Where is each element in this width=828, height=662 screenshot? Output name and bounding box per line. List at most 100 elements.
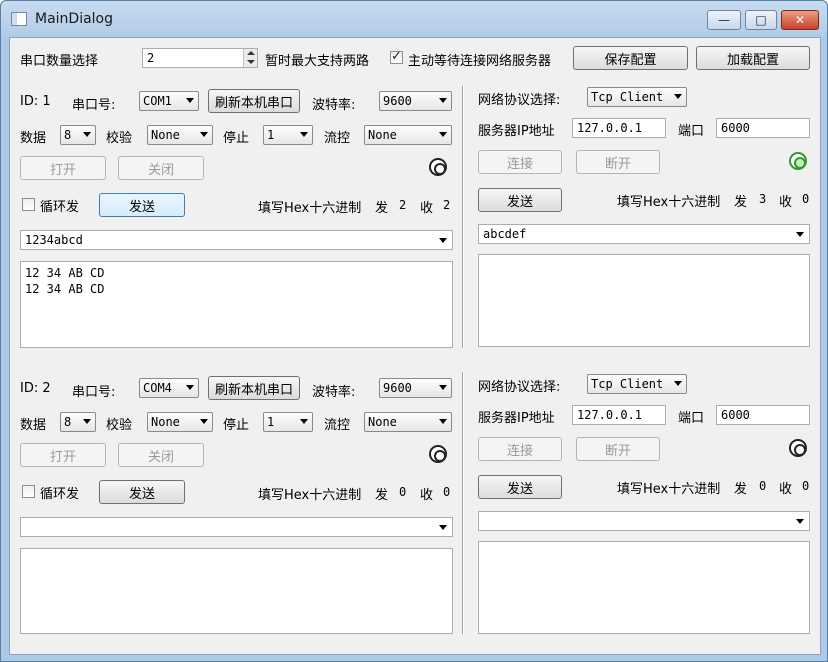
chevron-down-icon bbox=[439, 98, 447, 103]
serial1-open-button[interactable]: 打开 bbox=[20, 156, 106, 180]
serial2-status-led-icon bbox=[429, 445, 447, 463]
serial2-recv-count: 0 bbox=[443, 485, 451, 499]
serial2-parity-select[interactable]: None bbox=[147, 412, 213, 432]
net1-port-label: 端口 bbox=[678, 124, 705, 139]
serial1-stop-value: 1 bbox=[267, 128, 275, 142]
net2-port-input[interactable]: 6000 bbox=[716, 405, 810, 425]
chevron-down-icon[interactable] bbox=[796, 232, 804, 237]
net1-disconnect-button[interactable]: 断开 bbox=[576, 150, 660, 174]
chevron-down-icon bbox=[200, 419, 208, 424]
serial1-loop-label: 循环发 bbox=[40, 200, 80, 215]
serial1-flow-value: None bbox=[368, 128, 397, 142]
serial1-receive-area[interactable]: 12 34 AB CD 12 34 AB CD bbox=[20, 261, 453, 348]
serial2-recv-label: 收 bbox=[420, 488, 434, 503]
serial1-port-value: COM1 bbox=[143, 94, 172, 108]
net2-port-value: 6000 bbox=[721, 408, 750, 422]
net1-connect-button[interactable]: 连接 bbox=[478, 150, 562, 174]
serial1-port-label: 串口号: bbox=[72, 98, 116, 113]
serial2-loop-checkbox[interactable] bbox=[22, 485, 35, 498]
net1-protocol-label: 网络协议选择: bbox=[478, 93, 561, 108]
wait-server-checkbox[interactable] bbox=[390, 49, 403, 64]
spin-up-icon[interactable] bbox=[243, 49, 257, 58]
net1-protocol-select[interactable]: Tcp Client bbox=[587, 87, 687, 107]
net2-connect-button[interactable]: 连接 bbox=[478, 437, 562, 461]
net1-send-button[interactable]: 发送 bbox=[478, 188, 562, 212]
net1-ip-label: 服务器IP地址 bbox=[478, 124, 555, 139]
serial2-flow-select[interactable]: None bbox=[364, 412, 452, 432]
serial1-loop-checkbox[interactable] bbox=[22, 198, 35, 211]
serial2-send-input[interactable] bbox=[20, 517, 453, 537]
serial1-parity-select[interactable]: None bbox=[147, 125, 213, 145]
serial1-send-button[interactable]: 发送 bbox=[99, 193, 185, 217]
net1-ip-input[interactable]: 127.0.0.1 bbox=[572, 118, 666, 138]
main-dialog-window: MainDialog — □ ✕ 串口数量选择 2 暂时最大支持两路 主动等待连… bbox=[0, 0, 828, 662]
chevron-down-icon bbox=[300, 132, 308, 137]
net2-send-button[interactable]: 发送 bbox=[478, 475, 562, 499]
serial-count-spinbox[interactable]: 2 bbox=[142, 48, 258, 68]
serial1-baud-select[interactable]: 9600 bbox=[379, 91, 452, 111]
net1-receive-area[interactable] bbox=[478, 254, 810, 347]
serial-count-label: 串口数量选择 bbox=[20, 54, 99, 69]
net1-port-input[interactable]: 6000 bbox=[716, 118, 810, 138]
serial2-open-button[interactable]: 打开 bbox=[20, 443, 106, 467]
title-bar[interactable]: MainDialog — □ ✕ bbox=[1, 1, 827, 37]
serial1-send-input[interactable]: 1234abcd bbox=[20, 230, 453, 250]
serial2-flow-label: 流控 bbox=[324, 418, 351, 433]
serial1-port-select[interactable]: COM1 bbox=[139, 91, 199, 111]
serial2-data-select[interactable]: 8 bbox=[60, 412, 96, 432]
net2-protocol-select[interactable]: Tcp Client bbox=[587, 374, 687, 394]
net2-ip-value: 127.0.0.1 bbox=[577, 408, 643, 422]
serial2-port-value: COM4 bbox=[143, 381, 172, 395]
net2-ip-input[interactable]: 127.0.0.1 bbox=[572, 405, 666, 425]
dialog-client-area: 串口数量选择 2 暂时最大支持两路 主动等待连接网络服务器 保存配置 加载配置 … bbox=[9, 37, 821, 655]
serial1-close-button[interactable]: 关闭 bbox=[118, 156, 204, 180]
serial2-flow-value: None bbox=[368, 415, 397, 429]
net2-protocol-label: 网络协议选择: bbox=[478, 380, 561, 395]
window-title: MainDialog bbox=[35, 11, 114, 27]
chevron-down-icon bbox=[200, 132, 208, 137]
net1-recv-label: 收 bbox=[779, 195, 793, 210]
serial2-port-select[interactable]: COM4 bbox=[139, 378, 199, 398]
serial2-baud-label: 波特率: bbox=[312, 385, 356, 400]
net2-disconnect-button[interactable]: 断开 bbox=[576, 437, 660, 461]
serial2-refresh-button[interactable]: 刷新本机串口 bbox=[208, 376, 300, 400]
serial1-stop-label: 停止 bbox=[223, 131, 250, 146]
net2-send-input[interactable] bbox=[478, 511, 810, 531]
serial2-send-button[interactable]: 发送 bbox=[99, 480, 185, 504]
net1-send-input[interactable]: abcdef bbox=[478, 224, 810, 244]
chevron-down-icon[interactable] bbox=[796, 519, 804, 524]
chevron-down-icon[interactable] bbox=[439, 525, 447, 530]
save-config-button[interactable]: 保存配置 bbox=[573, 46, 688, 70]
chevron-down-icon[interactable] bbox=[439, 238, 447, 243]
net1-recv-count: 0 bbox=[802, 192, 810, 206]
serial2-baud-select[interactable]: 9600 bbox=[379, 378, 452, 398]
serial2-close-button[interactable]: 关闭 bbox=[118, 443, 204, 467]
serial2-stop-label: 停止 bbox=[223, 418, 250, 433]
net2-sent-count: 0 bbox=[759, 479, 767, 493]
load-config-button[interactable]: 加载配置 bbox=[696, 46, 810, 70]
serial1-flow-select[interactable]: None bbox=[364, 125, 452, 145]
serial1-stop-select[interactable]: 1 bbox=[263, 125, 313, 145]
serial2-stop-select[interactable]: 1 bbox=[263, 412, 313, 432]
serial1-refresh-button[interactable]: 刷新本机串口 bbox=[208, 89, 300, 113]
net2-status-led-icon bbox=[789, 439, 807, 457]
app-window-icon bbox=[11, 12, 27, 26]
serial1-flow-label: 流控 bbox=[324, 131, 351, 146]
spin-down-icon[interactable] bbox=[243, 58, 257, 67]
serial1-baud-label: 波特率: bbox=[312, 98, 356, 113]
serial1-data-value: 8 bbox=[64, 128, 72, 142]
serial1-parity-label: 校验 bbox=[106, 131, 133, 146]
serial2-loop-label: 循环发 bbox=[40, 487, 80, 502]
net1-sent-label: 发 bbox=[734, 195, 748, 210]
serial2-sent-label: 发 bbox=[375, 488, 389, 503]
close-window-button[interactable]: ✕ bbox=[781, 10, 819, 30]
serial2-parity-value: None bbox=[151, 415, 180, 429]
serial1-data-select[interactable]: 8 bbox=[60, 125, 96, 145]
serial2-receive-area[interactable] bbox=[20, 548, 453, 634]
minimize-button[interactable]: — bbox=[707, 10, 741, 30]
maximize-button[interactable]: □ bbox=[745, 10, 777, 30]
net2-receive-area[interactable] bbox=[478, 541, 810, 634]
chevron-down-icon bbox=[439, 385, 447, 390]
net2-recv-label: 收 bbox=[779, 482, 793, 497]
serial2-port-label: 串口号: bbox=[72, 385, 116, 400]
